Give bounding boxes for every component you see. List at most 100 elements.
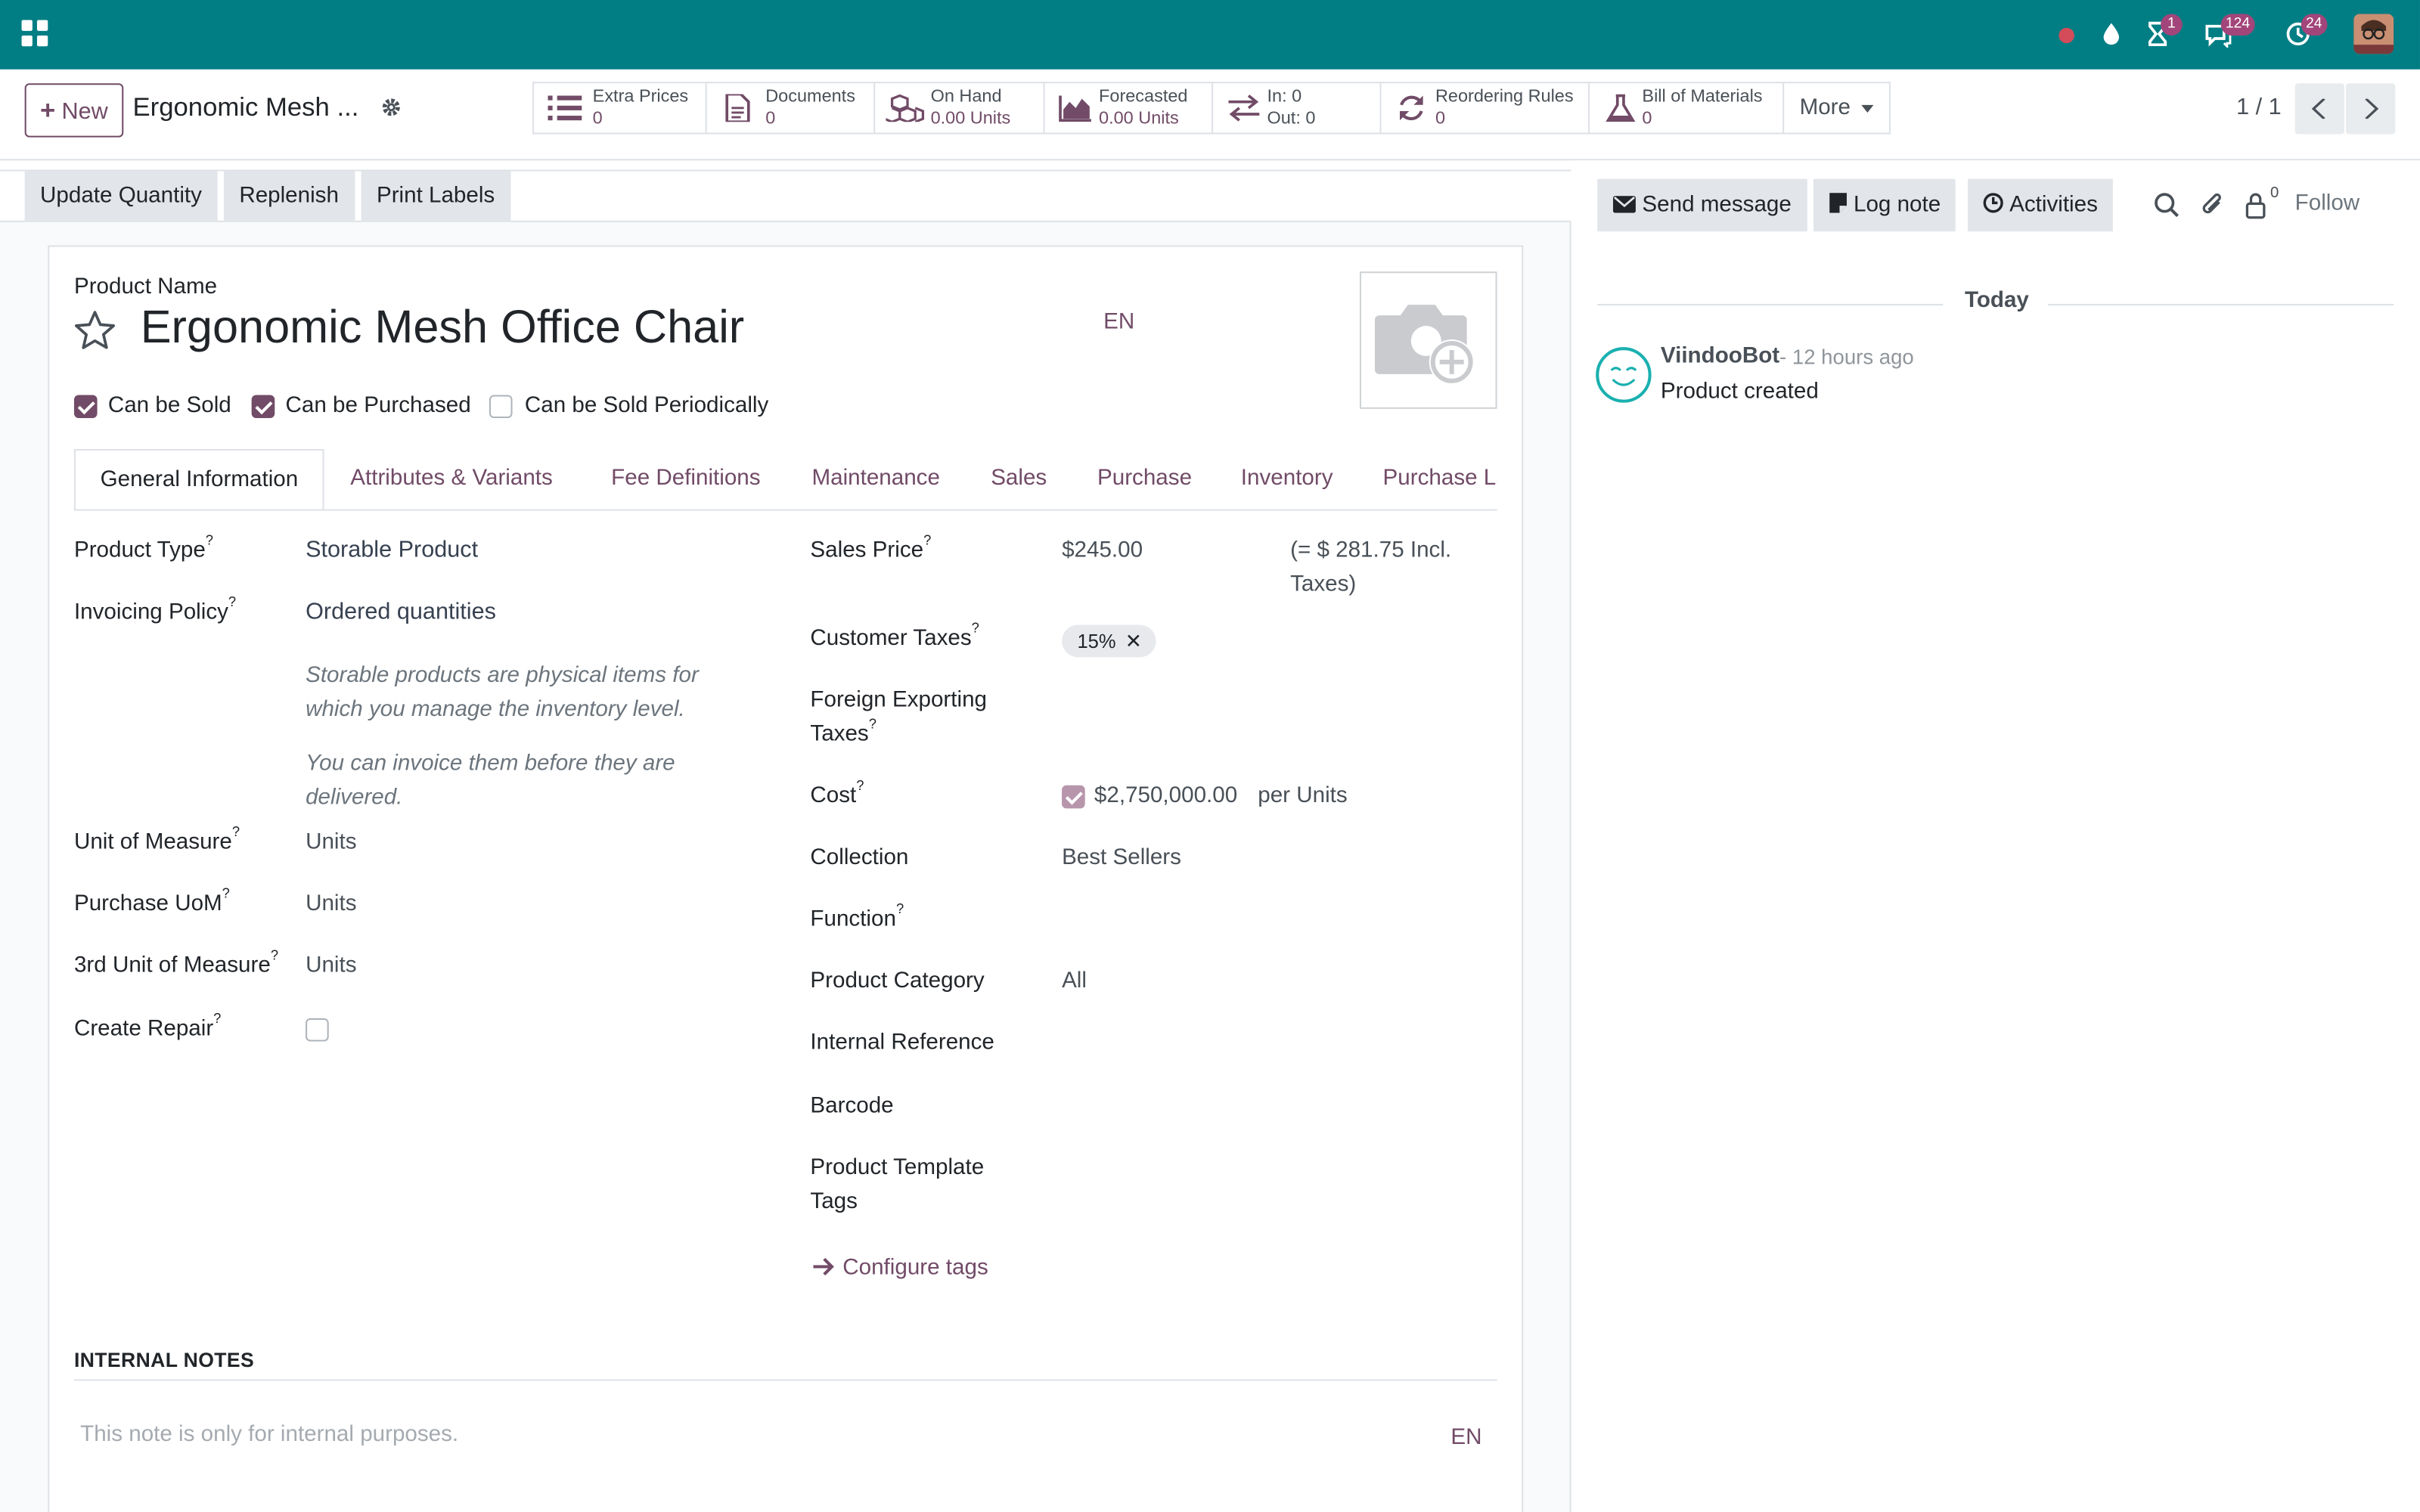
can-be-purchased-label: Can be Purchased [285, 393, 471, 419]
activities-badge: 1 [2161, 14, 2183, 36]
product-type-label: Product Type? [73, 532, 214, 563]
new-button[interactable]: + New [24, 83, 124, 138]
collection-label: Collection [810, 845, 909, 871]
remove-tag-icon[interactable]: ✕ [1125, 630, 1142, 653]
log-note-button[interactable]: Log note [1813, 178, 1956, 232]
can-be-purchased-checkbox[interactable] [251, 395, 275, 419]
field-label-text: 3rd Unit of Measure [73, 953, 271, 978]
smart-button-forecasted[interactable]: Forecasted 0.00 Units [1045, 83, 1214, 133]
field-label-text: Product Type [73, 538, 206, 563]
print-labels-button[interactable]: Print Labels [361, 171, 510, 222]
internal-reference-label: Internal Reference [810, 1030, 994, 1055]
tab-maintenance[interactable]: Maintenance [811, 449, 939, 510]
replenish-button[interactable]: Replenish [223, 171, 355, 222]
third-uom-field[interactable]: Units [306, 949, 356, 983]
smile-icon [1610, 367, 1637, 386]
document-icon [725, 94, 750, 122]
drop-icon[interactable] [2093, 15, 2130, 52]
activities-icon[interactable]: 1 [2139, 14, 2183, 52]
today-separator: Today [1964, 288, 2029, 314]
apps-menu-icon[interactable] [21, 20, 48, 47]
product-name-field[interactable]: Ergonomic Mesh Office Chair [141, 302, 744, 355]
invoice-help-note: You can invoice them before they are del… [306, 751, 675, 810]
field-label-text: Create Repair [73, 1016, 214, 1042]
follow-button[interactable]: Follow [2295, 191, 2360, 216]
template-tags-label: Product Template Tags [810, 1155, 985, 1215]
paperclip-icon[interactable] [2199, 191, 2227, 219]
tab-inventory[interactable]: Inventory [1241, 449, 1333, 510]
more-dropdown[interactable]: More [1784, 83, 1889, 132]
smart-button-bill-of-materials[interactable]: Bill of Materials 0 [1590, 83, 1785, 133]
user-avatar[interactable] [2353, 14, 2394, 54]
exchange-icon [1228, 94, 1260, 122]
product-image-upload[interactable] [1359, 271, 1497, 409]
barcode-label: Barcode [810, 1093, 894, 1119]
flask-icon [1606, 94, 1636, 122]
message-author[interactable]: ViindooBot [1661, 344, 1779, 369]
smart-button-label: Extra Prices [592, 88, 689, 107]
tab-general-information[interactable]: General Information [73, 448, 324, 510]
cost-unit: per Units [1258, 783, 1348, 809]
today-divider-right [2048, 304, 2394, 306]
cost-checkbox[interactable] [1062, 785, 1085, 809]
smart-button-on-hand[interactable]: On Hand 0.00 Units [875, 83, 1045, 133]
message-time: - 12 hours ago [1779, 345, 1914, 369]
smart-button-reordering-rules[interactable]: Reordering Rules 0 [1382, 83, 1590, 133]
internal-notes-heading: INTERNAL NOTES [73, 1348, 255, 1372]
function-label: Function? [810, 901, 904, 932]
tab-sales[interactable]: Sales [991, 449, 1047, 510]
update-quantity-button[interactable]: Update Quantity [24, 171, 218, 222]
cost-field[interactable]: $2,750,000.00 [1094, 779, 1237, 813]
tab-attributes-variants[interactable]: Attributes & Variants [350, 449, 553, 510]
gear-icon[interactable] [380, 96, 403, 119]
translate-lang-button[interactable]: EN [1103, 310, 1134, 335]
tab-fee-definitions[interactable]: Fee Definitions [611, 449, 760, 510]
tax-tag-15[interactable]: 15% ✕ [1062, 624, 1156, 658]
pager-next-button[interactable] [2346, 83, 2396, 135]
field-label-text: Customer Taxes [810, 626, 972, 652]
form-statusbar: Update Quantity Replenish Print Labels [0, 169, 1571, 222]
purchase-uom-field[interactable]: Units [306, 887, 356, 921]
search-icon[interactable] [2153, 191, 2181, 219]
sales-price-field[interactable]: $245.00 [1062, 534, 1143, 568]
list-icon [548, 95, 582, 121]
uom-field[interactable]: Units [306, 826, 356, 860]
favorite-star-icon[interactable] [73, 308, 117, 353]
tab-purchase[interactable]: Purchase [1097, 449, 1192, 510]
product-category-field[interactable]: All [1062, 965, 1087, 999]
breadcrumb-title: Ergonomic Mesh ... [132, 92, 359, 122]
can-be-sold-periodically-checkbox[interactable] [489, 395, 513, 419]
smart-button-documents[interactable]: Documents 0 [707, 83, 876, 133]
internal-notes-editor[interactable]: This note is only for internal purposes. [80, 1423, 458, 1448]
configure-tags-link[interactable]: Configure tags [813, 1256, 988, 1281]
smart-button-extra-prices[interactable]: Extra Prices 0 [534, 83, 707, 133]
timer-icon[interactable]: 24 [2279, 14, 2327, 52]
smart-button-label: Bill of Materials [1642, 88, 1763, 107]
send-message-button[interactable]: Send message [1597, 178, 1807, 232]
invoicing-policy-select[interactable]: Ordered quantities [306, 596, 496, 630]
activities-button[interactable]: Activities [1968, 178, 2114, 232]
lock-icon[interactable] [2242, 191, 2270, 219]
product-category-label: Product Category [810, 968, 985, 994]
refresh-icon [1400, 95, 1423, 121]
smart-button-label: Forecasted [1099, 88, 1188, 107]
field-label-text: Purchase UoM [73, 891, 222, 917]
tab-purchase-landed[interactable]: Purchase Lan [1383, 449, 1497, 510]
create-repair-checkbox[interactable] [306, 1018, 329, 1042]
message-body: Product created [1660, 380, 1819, 404]
smart-button-value: 0.00 Units [1099, 109, 1179, 129]
pager-value[interactable]: 1 / 1 [2236, 94, 2282, 120]
smart-button-in-out[interactable]: In: 0 Out: 0 [1213, 83, 1382, 133]
configure-tags-label: Configure tags [842, 1256, 988, 1281]
note-icon [1829, 193, 1847, 213]
record-icon[interactable] [2048, 15, 2085, 52]
timer-badge: 24 [2301, 14, 2327, 36]
notes-lang-button[interactable]: EN [1450, 1426, 1481, 1451]
area-chart-icon [1059, 95, 1091, 122]
can-be-sold-checkbox[interactable] [73, 395, 98, 419]
collection-field[interactable]: Best Sellers [1062, 841, 1181, 875]
pager-previous-button[interactable] [2294, 83, 2344, 135]
product-type-select[interactable]: Storable Product [306, 534, 478, 568]
new-button-label: New [61, 98, 108, 125]
messages-icon[interactable]: 124 [2199, 14, 2255, 52]
